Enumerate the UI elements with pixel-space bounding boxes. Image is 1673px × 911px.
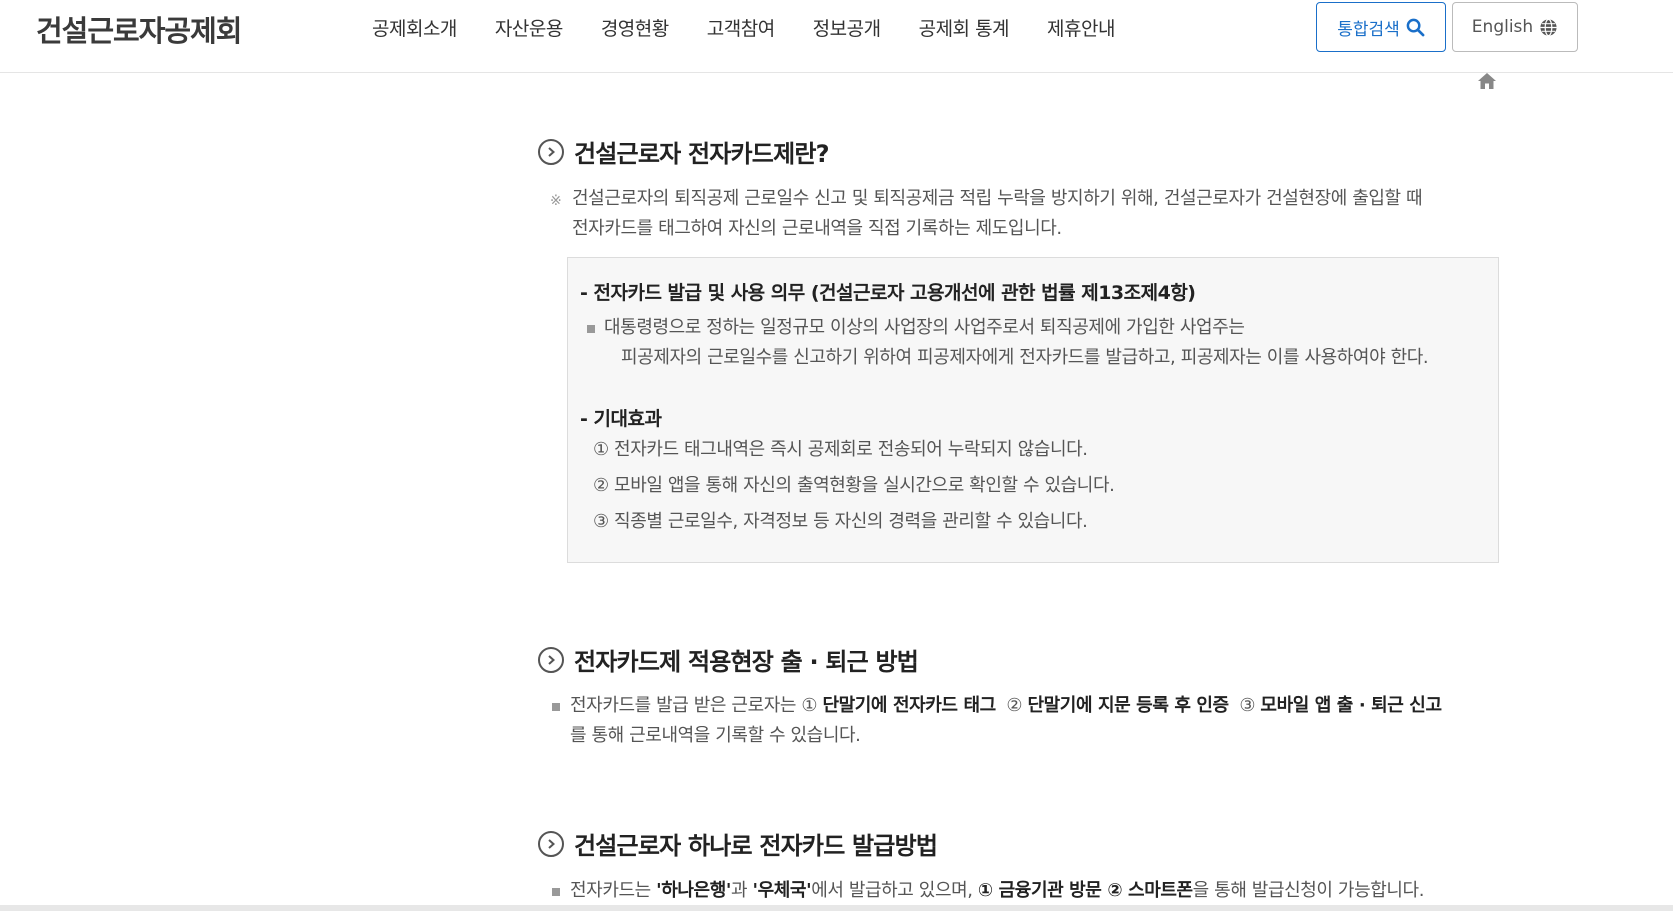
commute-method-1: 단말기에 전자카드 태그 [822, 695, 996, 716]
issue-text-3: 에서 발급하고 있으며, [811, 880, 978, 901]
nav-item-participation[interactable]: 고객참여 [707, 14, 775, 41]
site-logo[interactable]: 건설근로자공제회 [36, 8, 242, 50]
issue-line-1: 전자카드는 '하나은행'과 '우체국'에서 발급하고 있으며, ① 금융기관 방… [552, 876, 1424, 906]
home-icon[interactable] [1477, 72, 1497, 90]
nav-item-asset[interactable]: 자산운용 [495, 14, 563, 41]
bullet-square [552, 888, 560, 896]
section-title-text: 건설근로자 전자카드제란? [574, 140, 830, 168]
box-heading-obligation: - 전자카드 발급 및 사용 의무 (건설근로자 고용개선에 관한 법률 제13… [580, 282, 1196, 304]
effect-item: ① 전자카드 태그내역은 즉시 공제회로 전송되어 누락되지 않습니다. [593, 439, 1088, 460]
law-text: 대통령령으로 정하는 일정규모 이상의 사업장의 사업주로서 퇴직공제에 가입한… [587, 313, 1429, 373]
commute-line-1: 전자카드를 발급 받은 근로자는 ① 단말기에 전자카드 태그 ② 단말기에 지… [552, 691, 1442, 721]
box-heading-effects: - 기대효과 [580, 408, 662, 430]
note-line-1: 건설근로자의 퇴직공제 근로일수 신고 및 퇴직공제금 적립 누락을 방지하기 … [572, 188, 1423, 209]
nav-item-partnership[interactable]: 제휴안내 [1047, 14, 1115, 41]
search-icon [1406, 18, 1425, 36]
section-title-commute-method: 전자카드제 적용현장 출 · 퇴근 방법 [538, 642, 919, 677]
law-line-2: 피공제자의 근로일수를 신고하기 위하여 피공제자에게 전자카드를 발급하고, … [621, 347, 1429, 368]
section-title-ecard-system: 건설근로자 전자카드제란? [538, 134, 830, 169]
english-button-label: English [1471, 17, 1534, 37]
section-title-issue-method: 건설근로자 하나로 전자카드 발급방법 [538, 826, 938, 861]
english-button[interactable]: English [1452, 2, 1578, 52]
commute-num-2: ② [995, 695, 1028, 716]
nav-item-statistics[interactable]: 공제회 통계 [919, 14, 1010, 41]
section-title-text: 전자카드제 적용현장 출 · 퇴근 방법 [574, 648, 919, 676]
commute-num-3: ③ [1228, 695, 1261, 716]
issue-post-office: '우체국' [752, 880, 812, 901]
nav-item-about[interactable]: 공제회소개 [372, 14, 457, 41]
issue-text-2: 과 [731, 880, 753, 901]
horizontal-scrollbar[interactable] [0, 905, 1673, 911]
commute-num-1: ① [801, 695, 823, 716]
issue-method-text: 전자카드는 '하나은행'과 '우체국'에서 발급하고 있으며, ① 금융기관 방… [552, 876, 1424, 906]
chevron-circle-right-icon [538, 830, 564, 857]
site-header: 건설근로자공제회 공제회소개 자산운용 경영현황 고객참여 정보공개 공제회 통… [0, 0, 1673, 73]
chevron-circle-right-icon [538, 646, 564, 673]
effect-item: ③ 직종별 근로일수, 자격정보 등 자신의 경력을 관리할 수 있습니다. [593, 511, 1088, 532]
chevron-circle-right-icon [538, 138, 564, 165]
commute-method-2: 단말기에 지문 등록 후 인증 [1027, 695, 1229, 716]
nav-item-disclosure[interactable]: 정보공개 [813, 14, 881, 41]
commute-method-text: 전자카드를 발급 받은 근로자는 ① 단말기에 전자카드 태그 ② 단말기에 지… [552, 691, 1442, 751]
nav-item-management[interactable]: 경영현황 [601, 14, 669, 41]
issue-channels: ① 금융기관 방문 ② 스마트폰 [977, 880, 1193, 901]
note-mark: ※ [550, 193, 562, 209]
issue-bank: '하나은행' [656, 880, 731, 901]
ecard-obligation-box: - 전자카드 발급 및 사용 의무 (건설근로자 고용개선에 관한 법률 제13… [567, 257, 1499, 563]
globe-icon [1540, 18, 1557, 36]
ecard-definition-note: ※ 건설근로자의 퇴직공제 근로일수 신고 및 퇴직공제금 적립 누락을 방지하… [550, 184, 1423, 244]
bullet-square [552, 703, 560, 711]
search-button-label: 통합검색 [1337, 19, 1400, 40]
bullet-square [587, 325, 595, 333]
commute-line-2: 를 통해 근로내역을 기록할 수 있습니다. [570, 725, 861, 746]
commute-method-3: 모바일 앱 출 · 퇴근 신고 [1260, 695, 1442, 716]
law-line-1: 대통령령으로 정하는 일정규모 이상의 사업장의 사업주로서 퇴직공제에 가입한… [604, 317, 1245, 338]
issue-text-1: 전자카드는 [570, 880, 657, 901]
commute-lead: 전자카드를 발급 받은 근로자는 [570, 695, 802, 716]
note-line-2: 전자카드를 태그하여 자신의 근로내역을 직접 기록하는 제도입니다. [572, 218, 1062, 239]
integrated-search-button[interactable]: 통합검색 [1316, 2, 1446, 52]
section-title-text: 건설근로자 하나로 전자카드 발급방법 [574, 832, 938, 860]
main-nav: 공제회소개 자산운용 경영현황 고객참여 정보공개 공제회 통계 제휴안내 [372, 14, 1153, 41]
issue-text-4: 을 통해 발급신청이 가능합니다. [1192, 880, 1425, 901]
effect-item: ② 모바일 앱을 통해 자신의 출역현황을 실시간으로 확인할 수 있습니다. [593, 475, 1115, 496]
